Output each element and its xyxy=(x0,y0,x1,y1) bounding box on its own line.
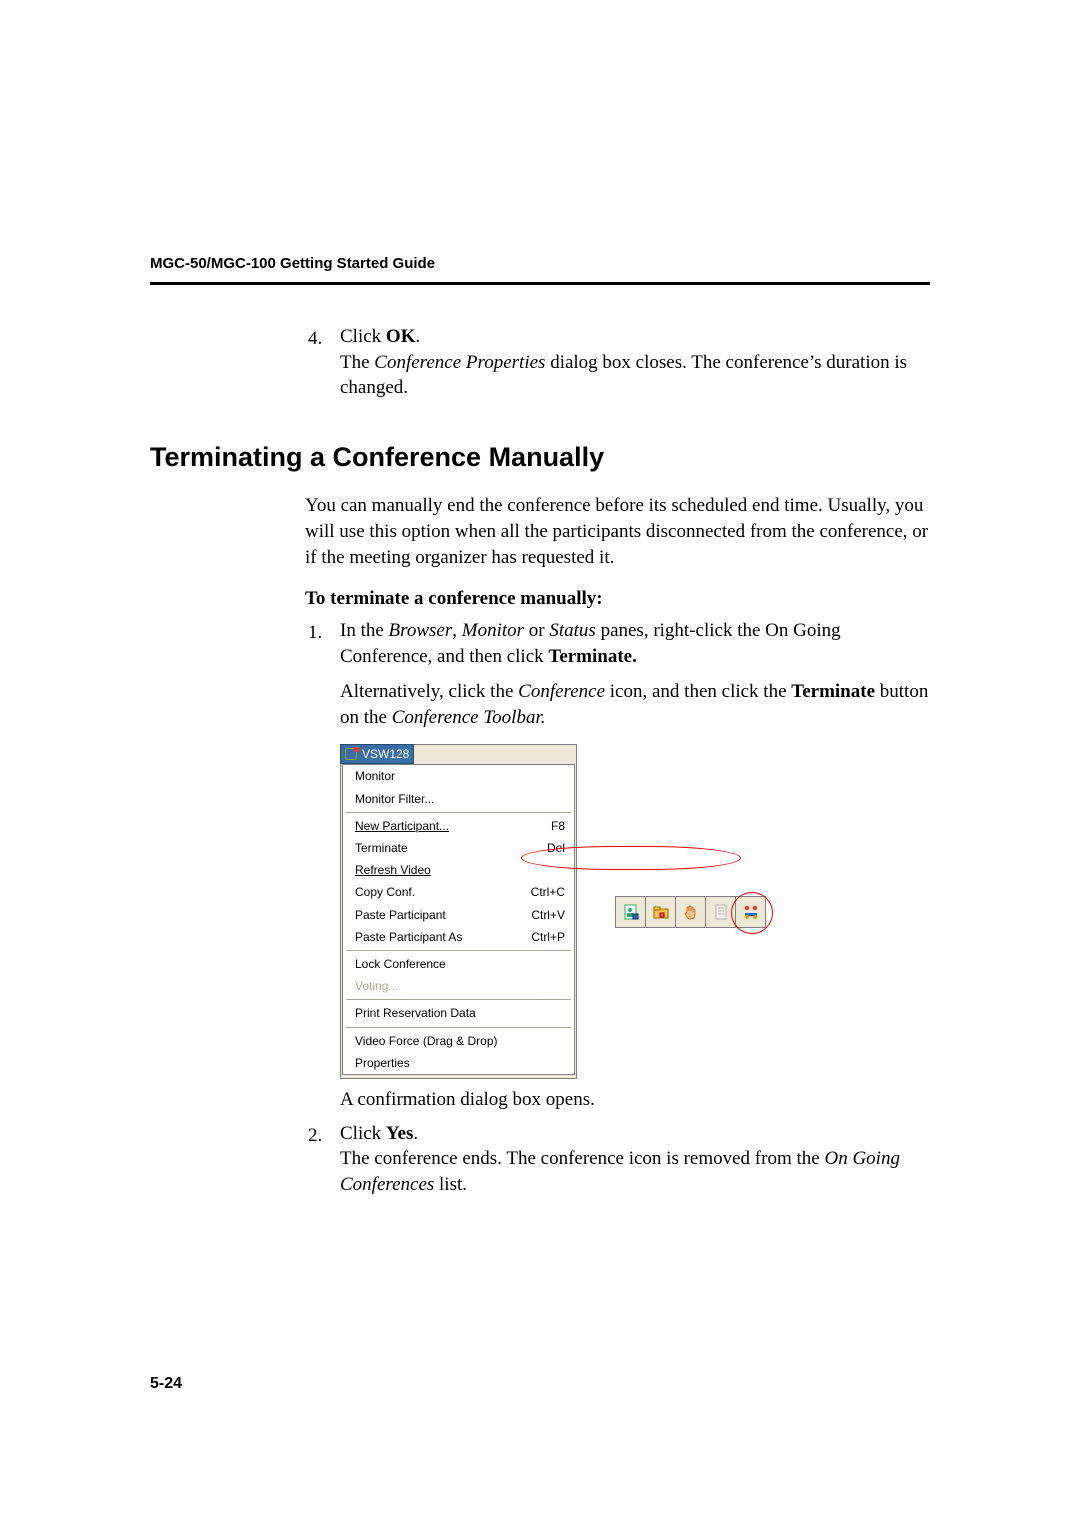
confirm-line: A confirmation dialog box opens. xyxy=(340,1089,595,1110)
step-number-4: 4. xyxy=(308,326,322,352)
s1-termbtn: Terminate xyxy=(791,681,875,702)
menu-video-force[interactable]: Video Force (Drag & Drop) xyxy=(343,1030,574,1052)
menu-monitor[interactable]: Monitor xyxy=(343,765,574,787)
toolbar-btn-folder[interactable] xyxy=(646,897,675,927)
toolbar-btn-terminate[interactable] xyxy=(736,897,765,927)
s1-status: Status xyxy=(549,620,595,641)
conference-toolbar xyxy=(615,896,766,928)
menu-paste-participant[interactable]: Paste ParticipantCtrl+V xyxy=(343,904,574,926)
menu-print-reservation[interactable]: Print Reservation Data xyxy=(343,1002,574,1024)
s1-tb: Conference Toolbar. xyxy=(392,707,546,728)
menu-new-participant[interactable]: New Participant...F8 xyxy=(343,815,574,837)
s1-conf: Conference xyxy=(518,681,605,702)
s1-browser: Browser xyxy=(389,620,453,641)
running-header: MGC-50/MGC-100 Getting Started Guide xyxy=(150,255,435,272)
s2-yes: Yes xyxy=(386,1123,413,1144)
header-rule xyxy=(150,282,930,285)
s2d: list. xyxy=(439,1174,467,1195)
s1a: In the xyxy=(340,620,389,641)
section-heading: Terminating a Conference Manually xyxy=(150,439,930,475)
menu-voting: Voting... xyxy=(343,975,574,997)
context-menu-screenshot: VSW128 Monitor Monitor Filter... New Par… xyxy=(340,744,577,1078)
toolbar-btn-document[interactable] xyxy=(706,897,735,927)
conference-icon xyxy=(343,747,359,761)
s1c: or xyxy=(529,620,550,641)
menu-lock-conference[interactable]: Lock Conference xyxy=(343,953,574,975)
menu-monitor-filter[interactable]: Monitor Filter... xyxy=(343,788,574,810)
step4-line1a: Click xyxy=(340,326,386,347)
toolbar-btn-participant[interactable] xyxy=(616,897,645,927)
toolbar-btn-hand[interactable] xyxy=(676,897,705,927)
step-number-2: 2. xyxy=(308,1123,322,1149)
menu-paste-participant-as[interactable]: Paste Participant AsCtrl+P xyxy=(343,926,574,948)
conference-node[interactable]: VSW128 xyxy=(340,744,414,764)
subheading: To terminate a conference manually: xyxy=(305,586,930,612)
menu-refresh-video[interactable]: Refresh Video xyxy=(343,859,574,881)
s1-terminate: Terminate. xyxy=(548,646,636,667)
s2b: . xyxy=(413,1123,418,1144)
step4-ok: OK xyxy=(386,326,416,347)
intro-para: You can manually end the conference befo… xyxy=(305,495,928,567)
body-content: 4. Click OK. The Conference Properties d… xyxy=(150,324,930,1197)
menu-copy-conf[interactable]: Copy Conf.Ctrl+C xyxy=(343,881,574,903)
step-number-1: 1. xyxy=(308,620,322,646)
s1f: icon, and then click the xyxy=(610,681,792,702)
menu-properties[interactable]: Properties xyxy=(343,1052,574,1074)
s1b: , xyxy=(452,620,462,641)
s2c: The conference ends. The conference icon… xyxy=(340,1148,824,1169)
s1e: Alternatively, click the xyxy=(340,681,518,702)
step4-line1b: . xyxy=(415,326,420,347)
menu-terminate[interactable]: TerminateDel xyxy=(343,837,574,859)
page-number: 5-24 xyxy=(150,1375,182,1393)
step4-cpdlg: Conference Properties xyxy=(374,352,545,373)
conference-label: VSW128 xyxy=(362,746,409,762)
step4-line2a: The xyxy=(340,352,374,373)
s2a: Click xyxy=(340,1123,386,1144)
s1-monitor: Monitor xyxy=(462,620,524,641)
